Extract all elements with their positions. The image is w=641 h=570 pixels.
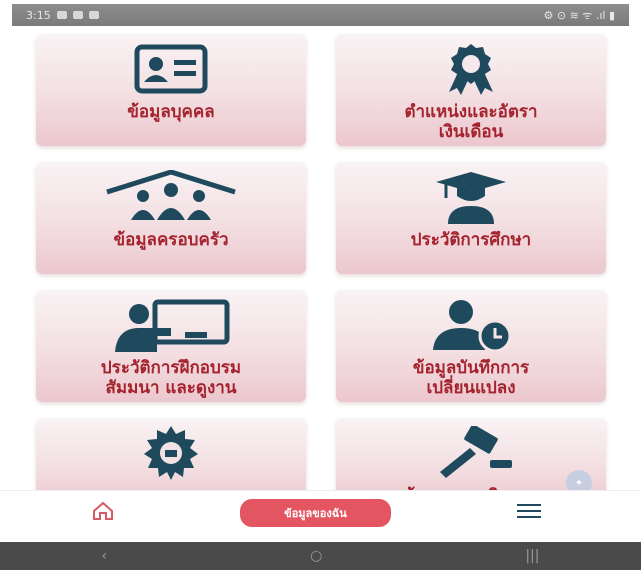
card-label: ข้อมูลครอบครัว: [113, 230, 229, 250]
menu-grid: ข้อมูลบุคคล ตำแหน่งและอัตรา เงินเดือน ข้…: [36, 34, 616, 506]
card-training[interactable]: ประวัติการฝึกอบรม สัมมนา และดูงาน: [36, 290, 306, 402]
android-nav-bar: ‹ ○ |||: [0, 542, 641, 570]
card-education[interactable]: ประวัติการศึกษา: [336, 162, 606, 274]
card-personal-info[interactable]: ข้อมูลบุคคล: [36, 34, 306, 146]
card-position-salary[interactable]: ตำแหน่งและอัตรา เงินเดือน: [336, 34, 606, 146]
card-label: ตำแหน่งและอัตรา เงินเดือน: [404, 102, 538, 142]
status-icons: ⚙ ⊙ ≋ ᯤ .ıl ▮: [543, 8, 615, 22]
notification-icon: [88, 11, 99, 19]
my-info-button[interactable]: ข้อมูลของฉัน: [240, 498, 391, 527]
home-circle-icon[interactable]: ○: [310, 548, 322, 564]
card-label: ข้อมูลบุคคล: [127, 102, 215, 122]
status-time: 3:15: [26, 8, 51, 22]
card-label: ประวัติการศึกษา: [410, 230, 532, 250]
card-family[interactable]: ข้อมูลครอบครัว: [36, 162, 306, 274]
recents-icon[interactable]: |||: [525, 548, 539, 564]
notification-icon: [72, 11, 83, 19]
home-icon[interactable]: [92, 501, 114, 525]
training-presenter-icon: [111, 298, 231, 352]
card-change-log[interactable]: ข้อมูลบันทึกการ เปลี่ยนแปลง: [336, 290, 606, 402]
award-badge-icon: [441, 42, 501, 96]
status-bar: 3:15 ⚙ ⊙ ≋ ᯤ .ıl ▮: [12, 4, 629, 26]
bottom-nav: ข้อมูลของฉัน: [0, 490, 641, 534]
assist-icon: ✦: [574, 477, 584, 489]
id-card-icon: [134, 42, 208, 96]
user-clock-icon: [423, 298, 519, 352]
menu-icon[interactable]: [516, 502, 541, 524]
royal-seal-icon: [141, 426, 201, 480]
notification-icon: [56, 11, 67, 19]
graduate-icon: [426, 170, 516, 224]
family-house-icon: [101, 170, 241, 224]
gavel-icon: [426, 426, 516, 480]
back-icon[interactable]: ‹: [102, 548, 108, 564]
card-label: ประวัติการฝึกอบรม สัมมนา และดูงาน: [100, 358, 242, 398]
card-label: ข้อมูลบันทึกการ เปลี่ยนแปลง: [412, 358, 530, 398]
